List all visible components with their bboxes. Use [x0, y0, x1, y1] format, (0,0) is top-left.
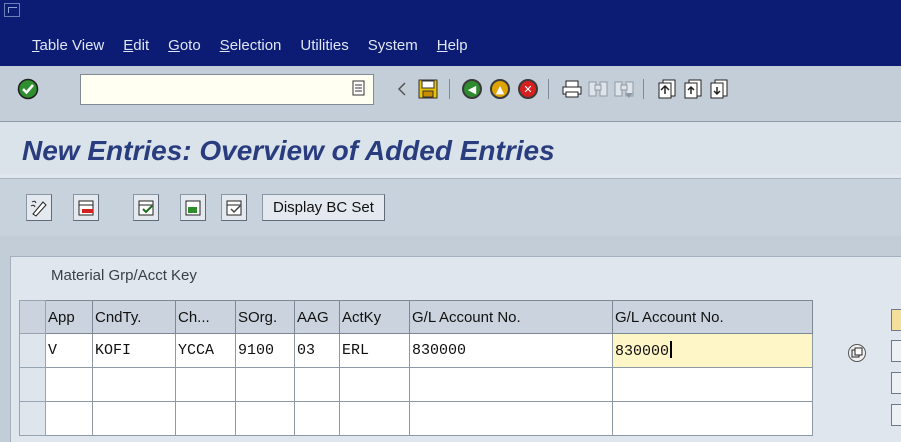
cell-sorg[interactable]: 9100: [235, 333, 295, 368]
cell-gl-account[interactable]: [409, 367, 613, 402]
previous-page-icon[interactable]: [678, 75, 706, 103]
cell-cndty[interactable]: KOFI: [92, 333, 176, 368]
enter-icon[interactable]: [14, 75, 42, 103]
row-selector[interactable]: [19, 333, 46, 368]
find-next-icon[interactable]: [610, 75, 638, 103]
cell-actky[interactable]: [339, 401, 410, 436]
next-page-icon[interactable]: [704, 75, 732, 103]
back-arrow-icon[interactable]: [388, 75, 416, 103]
system-menu-icon[interactable]: [4, 3, 20, 17]
deselect-all-icon[interactable]: [221, 194, 247, 221]
cell-gl-account-2[interactable]: [612, 367, 813, 402]
select-block-icon[interactable]: [180, 194, 206, 221]
cell-value: 830000: [615, 343, 670, 360]
cell-sorg[interactable]: [235, 367, 295, 402]
cell-ch[interactable]: [175, 401, 236, 436]
cell-actky[interactable]: [339, 367, 410, 402]
exit-icon[interactable]: ▲: [486, 75, 514, 103]
column-header-app[interactable]: App: [45, 300, 93, 334]
command-field[interactable]: [80, 74, 374, 105]
column-header-ch[interactable]: Ch...: [175, 300, 236, 334]
standard-toolbar: ◀ ▲ ✕: [0, 66, 901, 122]
table-row: V KOFI YCCA 9100 03 ERL 830000 830000: [19, 333, 813, 368]
cell-app[interactable]: [45, 367, 93, 402]
scroll-bar[interactable]: [891, 372, 901, 394]
menu-items: Table View Edit Goto Selection Utilities…: [32, 37, 487, 54]
cell-aag[interactable]: [294, 401, 340, 436]
select-all-icon[interactable]: [133, 194, 159, 221]
cell-gl-account-2[interactable]: [612, 401, 813, 436]
cell-aag[interactable]: 03: [294, 333, 340, 368]
delete-row-icon[interactable]: [73, 194, 99, 221]
print-icon[interactable]: [558, 75, 586, 103]
cell-actky[interactable]: ERL: [339, 333, 410, 368]
cell-cndty[interactable]: [92, 401, 176, 436]
scroll-down-button[interactable]: [891, 404, 901, 426]
row-selector[interactable]: [19, 367, 46, 402]
cell-aag[interactable]: [294, 367, 340, 402]
table-caption: Material Grp/Acct Key: [51, 267, 197, 284]
cell-gl-account[interactable]: 830000: [409, 333, 613, 368]
back-icon[interactable]: ◀: [458, 75, 486, 103]
column-header-gl-account-2[interactable]: G/L Account No.: [612, 300, 813, 334]
cell-ch[interactable]: [175, 367, 236, 402]
cell-cndty[interactable]: [92, 367, 176, 402]
display-bc-set-button[interactable]: Display BC Set: [262, 194, 385, 221]
column-header-sorg[interactable]: SOrg.: [235, 300, 295, 334]
scroll-up-button[interactable]: [891, 340, 901, 362]
detail-view-icon[interactable]: [848, 344, 866, 362]
cell-app[interactable]: [45, 401, 93, 436]
menu-utilities[interactable]: Utilities: [300, 37, 348, 54]
dropdown-icon[interactable]: [352, 80, 365, 97]
menu-bar: Table View Edit Goto Selection Utilities…: [0, 0, 901, 66]
column-header-gl-account[interactable]: G/L Account No.: [409, 300, 613, 334]
select-all-cell[interactable]: [19, 300, 46, 334]
column-header-cndty[interactable]: CndTy.: [92, 300, 176, 334]
cell-app[interactable]: V: [45, 333, 93, 368]
change-display-icon[interactable]: [26, 194, 52, 221]
save-icon[interactable]: [414, 75, 442, 103]
menu-edit[interactable]: Edit: [123, 37, 149, 54]
cell-ch[interactable]: YCCA: [175, 333, 236, 368]
menu-help[interactable]: Help: [437, 37, 468, 54]
first-page-icon[interactable]: [652, 75, 680, 103]
row-selector[interactable]: [19, 401, 46, 436]
table-row: [19, 401, 813, 436]
menu-system[interactable]: System: [368, 37, 418, 54]
cancel-icon[interactable]: ✕: [514, 75, 542, 103]
menu-goto[interactable]: Goto: [168, 37, 201, 54]
column-header-actky[interactable]: ActKy: [339, 300, 410, 334]
entries-table: App CndTy. Ch... SOrg. AAG ActKy G/L Acc…: [19, 300, 813, 436]
text-cursor: [670, 341, 673, 358]
find-icon[interactable]: [584, 75, 612, 103]
cell-gl-account[interactable]: [409, 401, 613, 436]
column-header-aag[interactable]: AAG: [294, 300, 340, 334]
page-title: New Entries: Overview of Added Entries: [22, 135, 555, 166]
column-config-icon[interactable]: [891, 309, 901, 331]
cell-sorg[interactable]: [235, 401, 295, 436]
menu-table-view[interactable]: Table View: [32, 37, 104, 54]
menu-selection[interactable]: Selection: [220, 37, 282, 54]
cell-gl-account-2-input[interactable]: 830000: [612, 333, 813, 368]
table-row: [19, 367, 813, 402]
